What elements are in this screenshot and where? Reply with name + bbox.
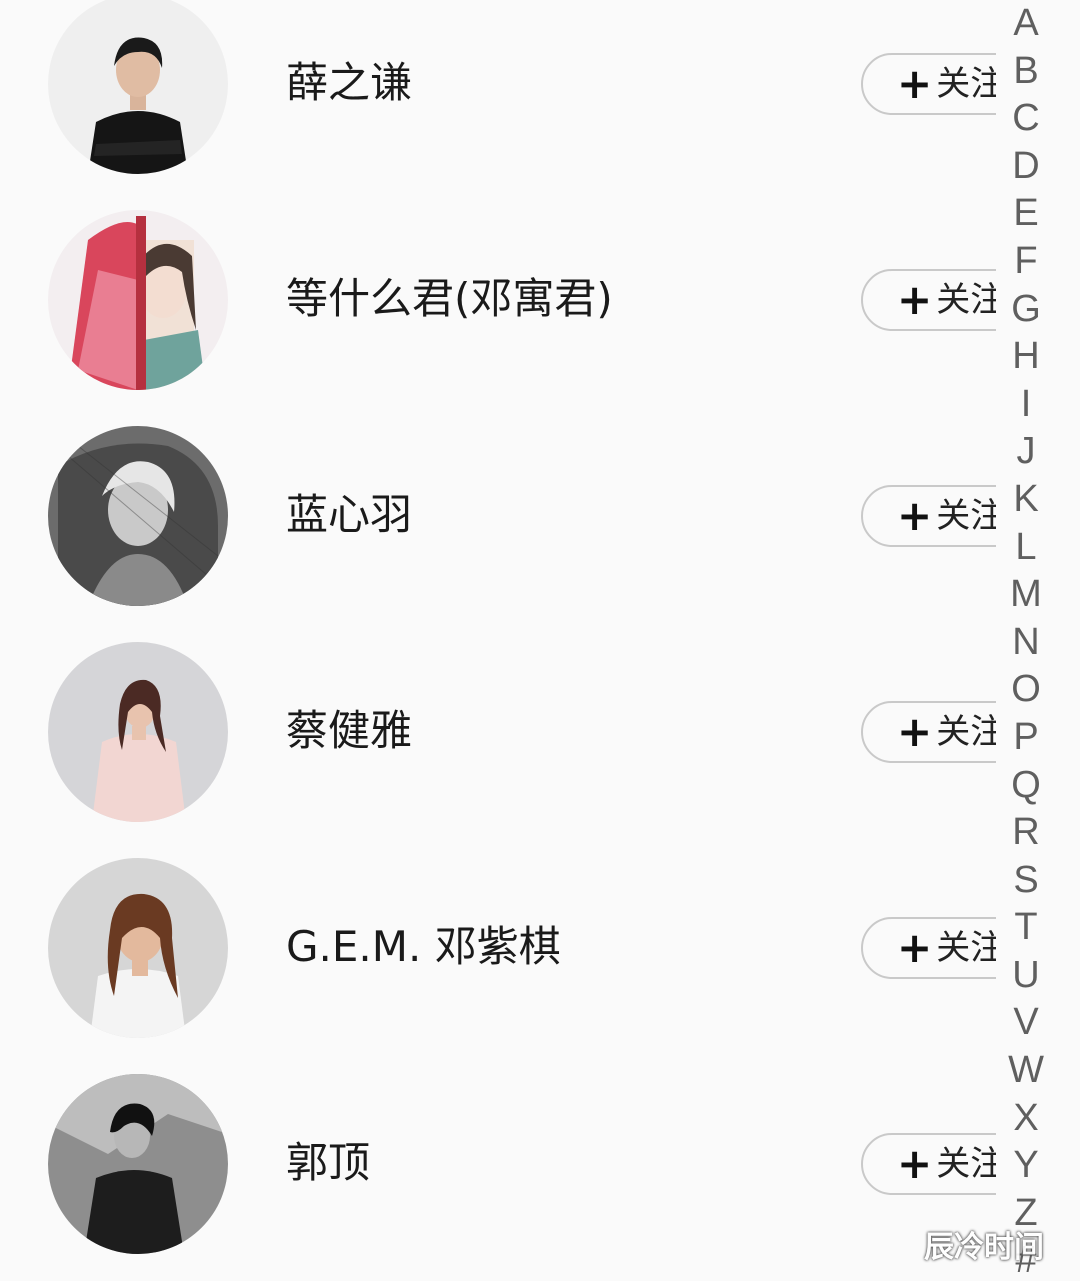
artist-name: 蔡健雅	[286, 706, 413, 755]
index-letter-t[interactable]: T	[996, 904, 1056, 952]
follow-button-label: 关注	[936, 496, 1005, 536]
index-letter-p[interactable]: P	[996, 714, 1056, 762]
index-letter-c[interactable]: C	[996, 95, 1056, 143]
artist-name: 郭顶	[286, 1138, 371, 1187]
avatar[interactable]	[48, 210, 228, 390]
plus-icon: +	[897, 923, 933, 972]
index-letter-a[interactable]: A	[996, 0, 1056, 48]
index-letter-d[interactable]: D	[996, 143, 1056, 191]
index-letter-u[interactable]: U	[996, 952, 1056, 1000]
index-letter-v[interactable]: V	[996, 999, 1056, 1047]
index-letter-s[interactable]: S	[996, 857, 1056, 905]
index-letter-y[interactable]: Y	[996, 1142, 1056, 1190]
follow-button-label: 关注	[936, 928, 1005, 968]
follow-button-label: 关注	[936, 280, 1005, 320]
artist-name: 等什么君(邓寓君)	[286, 274, 613, 323]
list-item[interactable]: 郭顶 + 关注	[0, 1054, 1051, 1270]
list-item[interactable]: 等什么君(邓寓君) + 关注	[0, 190, 1051, 406]
avatar[interactable]	[48, 426, 228, 606]
index-letter-x[interactable]: X	[996, 1095, 1056, 1143]
plus-icon: +	[897, 59, 933, 108]
list-item[interactable]: 蓝心羽 + 关注	[0, 406, 1051, 622]
list-item[interactable]: 蔡健雅 + 关注	[0, 622, 1051, 838]
plus-icon: +	[897, 1139, 933, 1188]
avatar[interactable]	[48, 0, 228, 174]
index-letter-b[interactable]: B	[996, 48, 1056, 96]
avatar[interactable]	[48, 858, 228, 1038]
index-letter-h[interactable]: H	[996, 333, 1056, 381]
plus-icon: +	[897, 491, 933, 540]
index-letter-w[interactable]: W	[996, 1047, 1056, 1095]
index-letter-q[interactable]: Q	[996, 762, 1056, 810]
index-letter-n[interactable]: N	[996, 619, 1056, 667]
artist-name: 薛之谦	[286, 58, 413, 107]
index-letter-m[interactable]: M	[996, 571, 1056, 619]
artist-list: 薛之谦 + 关注 等什么君(邓寓君) + 关注 蓝心羽 + 关注 蔡健雅 + 关…	[0, 0, 1080, 1281]
follow-button-label: 关注	[936, 712, 1005, 752]
index-letter-f[interactable]: F	[996, 238, 1056, 286]
list-item[interactable]: 薛之谦 + 关注	[0, 0, 1051, 190]
alphabet-index[interactable]: A B C D E F G H I J K L M N O P Q R S T …	[996, 0, 1056, 1281]
watermark: 辰冷时间	[924, 1230, 1044, 1265]
index-letter-e[interactable]: E	[996, 190, 1056, 238]
avatar[interactable]	[48, 642, 228, 822]
follow-button-label: 关注	[936, 64, 1005, 104]
index-letter-o[interactable]: O	[996, 666, 1056, 714]
index-letter-l[interactable]: L	[996, 524, 1056, 572]
index-letter-k[interactable]: K	[996, 476, 1056, 524]
avatar[interactable]	[48, 1074, 228, 1254]
artist-name: 蓝心羽	[286, 490, 413, 539]
index-letter-g[interactable]: G	[996, 286, 1056, 334]
plus-icon: +	[897, 275, 933, 324]
list-item[interactable]: G.E.M. 邓紫棋 + 关注	[0, 838, 1051, 1054]
plus-icon: +	[897, 707, 933, 756]
follow-button-label: 关注	[936, 1144, 1005, 1184]
index-letter-i[interactable]: I	[996, 381, 1056, 429]
artist-name: G.E.M. 邓紫棋	[286, 922, 561, 971]
index-letter-r[interactable]: R	[996, 809, 1056, 857]
index-letter-j[interactable]: J	[996, 428, 1056, 476]
